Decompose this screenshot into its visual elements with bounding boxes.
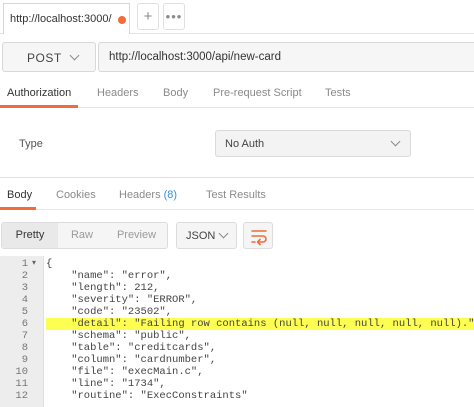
preview-button[interactable]: Preview	[106, 223, 167, 248]
line-number: 4	[21, 294, 28, 306]
url-bar: POST http://localhost:3000/api/new-card	[0, 38, 474, 76]
response-headers-label: Headers	[119, 189, 161, 201]
line-number: 6	[21, 318, 28, 330]
line-number: 1	[21, 258, 28, 270]
line-number: 10	[15, 366, 28, 378]
line-number: 8	[21, 342, 28, 354]
tab-response-headers[interactable]: Headers (8)	[119, 189, 177, 201]
code-text: "file": "execMain.c",	[46, 366, 204, 378]
auth-type-value: No Auth	[225, 138, 265, 150]
request-tab[interactable]: http://localhost:3000/	[3, 3, 130, 34]
active-response-tab-indicator	[0, 207, 36, 210]
code-text: "column": "cardnumber",	[46, 354, 217, 366]
divider	[0, 177, 474, 178]
tab-pre-request-script[interactable]: Pre-request Script	[213, 87, 302, 99]
tab-tests[interactable]: Tests	[325, 87, 351, 99]
tab-cookies[interactable]: Cookies	[56, 189, 96, 201]
code-text: "name": "error",	[46, 270, 173, 282]
headers-count-badge: (8)	[163, 189, 178, 201]
method-select[interactable]: POST	[2, 42, 96, 72]
response-tabs: Body Cookies Headers (8) Test Results	[0, 180, 474, 210]
chevron-down-icon	[69, 50, 80, 61]
code-text: "table": "creditcards",	[46, 342, 217, 354]
code-line: 12 "routine": "ExecConstraints"	[0, 390, 474, 402]
active-tab-indicator	[0, 105, 78, 108]
code-text: "line": "1734",	[46, 378, 166, 390]
code-text: "length": 212,	[46, 282, 160, 294]
auth-type-label: Type	[19, 138, 43, 150]
response-body-code[interactable]: 1 ▾{2 "name": "error", 3 "length": 212, 4 "…	[0, 256, 474, 407]
pretty-button[interactable]: Pretty	[2, 223, 58, 248]
method-label: POST	[27, 51, 62, 65]
tab-strip: http://localhost:3000/ + •••	[0, 0, 474, 34]
tab-response-body[interactable]: Body	[7, 189, 32, 201]
line-number: 11	[15, 378, 28, 390]
code-line: 6 "detail": "Failing row contains (null,…	[0, 318, 474, 330]
url-value: http://localhost:3000/api/new-card	[109, 51, 281, 63]
add-tab-button[interactable]: +	[137, 3, 159, 30]
line-number: 2	[21, 270, 28, 282]
line-number: 3	[21, 282, 28, 294]
code-text: "schema": "public",	[46, 330, 191, 342]
format-value: JSON	[186, 230, 216, 242]
code-line: 1 ▾ {	[0, 258, 474, 270]
tab-headers[interactable]: Headers	[97, 87, 139, 99]
chevron-down-icon	[218, 228, 229, 239]
wrap-lines-icon	[251, 230, 267, 246]
code-text: "code": "23502",	[46, 306, 173, 318]
wrap-lines-button[interactable]	[243, 222, 273, 249]
chevron-down-icon	[390, 136, 401, 147]
more-tabs-button[interactable]: •••	[163, 3, 185, 30]
request-tab-url: http://localhost:3000/	[10, 13, 112, 25]
fold-arrow-icon[interactable]: ▾	[32, 258, 36, 270]
code-line: 4 "severity": "ERROR",	[0, 294, 474, 306]
highlighted-code-text: "detail": "Failing row contains (null, n…	[46, 318, 474, 330]
url-input[interactable]: http://localhost:3000/api/new-card	[98, 42, 474, 72]
code-line: 9 "column": "cardnumber",	[0, 354, 474, 366]
tab-test-results[interactable]: Test Results	[206, 189, 266, 201]
code-line: 8 "table": "creditcards",	[0, 342, 474, 354]
line-number: 7	[21, 330, 28, 342]
code-text: {	[46, 258, 53, 270]
code-line: 10 "file": "execMain.c",	[0, 366, 474, 378]
unsaved-dot-icon	[118, 16, 126, 24]
format-select[interactable]: JSON	[176, 222, 237, 249]
code-line: 7 "schema": "public",	[0, 330, 474, 342]
view-mode-toggle: Pretty Raw Preview	[1, 222, 168, 249]
tab-authorization[interactable]: Authorization	[7, 87, 71, 99]
line-number: 12	[15, 390, 28, 402]
code-text: "routine": "ExecConstraints"	[46, 390, 248, 402]
code-text: "severity": "ERROR",	[46, 294, 198, 306]
auth-type-select[interactable]: No Auth	[215, 130, 411, 157]
code-line: 11 "line": "1734",	[0, 378, 474, 390]
line-number: 9	[21, 354, 28, 366]
raw-button[interactable]: Raw	[58, 223, 106, 248]
code-line: 5 "code": "23502",	[0, 306, 474, 318]
request-tabs: Authorization Headers Body Pre-request S…	[0, 78, 474, 108]
code-line: 3 "length": 212,	[0, 282, 474, 294]
tab-body[interactable]: Body	[163, 87, 188, 99]
code-line: 2 "name": "error",	[0, 270, 474, 282]
line-number: 5	[21, 306, 28, 318]
